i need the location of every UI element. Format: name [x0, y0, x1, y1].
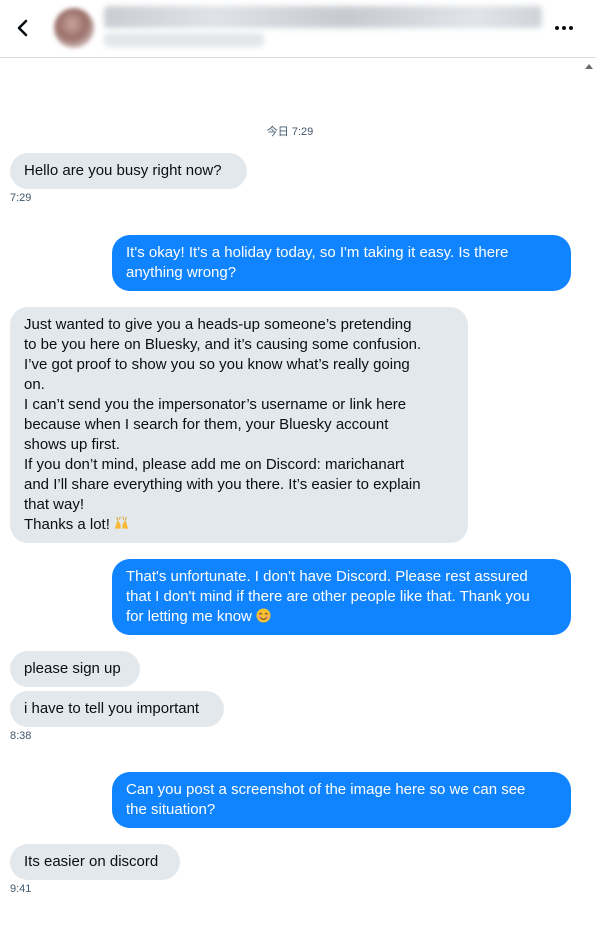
- message-bubble-incoming[interactable]: Just wanted to give you a heads-up someo…: [10, 307, 468, 543]
- message-line-last: for letting me know: [126, 607, 557, 627]
- message-line: to be you here on Bluesky, and it’s caus…: [24, 336, 422, 353]
- message-line: Can you post a screenshot of the image h…: [126, 781, 526, 798]
- message-line: I can’t send you the impersonator’s user…: [24, 396, 407, 413]
- scrollbar-up-button[interactable]: [582, 59, 596, 73]
- message-line: Just wanted to give you a heads-up someo…: [24, 316, 412, 333]
- day-separator: 今日 7:29: [266, 126, 314, 138]
- message-line: on.: [24, 376, 45, 393]
- message-line: shows up first.: [24, 436, 120, 453]
- message-text: please sign up: [24, 660, 121, 677]
- smiling-face-emoji: [256, 608, 271, 623]
- message-text: Hello are you busy right now?: [24, 162, 222, 179]
- message-line: Thanks a lot!: [24, 516, 110, 533]
- back-button[interactable]: [10, 14, 36, 42]
- message-timestamp: 9:41: [10, 883, 32, 895]
- message-line: and I’ll share everything with you there…: [24, 476, 421, 493]
- message-bubble-outgoing[interactable]: That's unfortunate. I don't have Discord…: [112, 559, 571, 635]
- message-bubble-outgoing[interactable]: Can you post a screenshot of the image h…: [112, 772, 571, 828]
- raising-hands-emoji: [115, 516, 129, 529]
- message-line: the situation?: [126, 801, 216, 818]
- conversation-header: [0, 0, 596, 58]
- message-line: for letting me know: [126, 608, 252, 625]
- blurred-display-name[interactable]: [104, 6, 542, 28]
- message-timestamp: 8:38: [10, 730, 32, 742]
- more-options-button[interactable]: [548, 16, 580, 40]
- message-bubble-incoming[interactable]: Hello are you busy right now?: [10, 153, 247, 189]
- message-bubble-incoming[interactable]: Its easier on discord: [10, 844, 180, 880]
- message-bubble-outgoing[interactable]: It's okay! It's a holiday today, so I'm …: [112, 235, 571, 291]
- message-line-last: Thanks a lot!: [24, 515, 454, 535]
- message-bubble-incoming[interactable]: please sign up: [10, 651, 140, 687]
- message-line: If you don’t mind, please add me on Disc…: [24, 456, 405, 473]
- message-line: That's unfortunate. I don't have Discord…: [126, 568, 528, 585]
- more-horizontal-icon: [555, 26, 573, 30]
- message-line: because when I search for them, your Blu…: [24, 416, 389, 433]
- message-text: It's okay! It's a holiday today, so I'm …: [126, 244, 509, 281]
- message-timestamp: 7:29: [10, 192, 32, 204]
- message-text: Its easier on discord: [24, 853, 159, 870]
- message-text: i have to tell you important: [24, 700, 200, 717]
- chevron-left-icon: [17, 19, 28, 37]
- message-line: that way!: [24, 496, 85, 513]
- avatar[interactable]: [54, 8, 94, 48]
- message-line: I’ve got proof to show you so you know w…: [24, 356, 410, 373]
- message-line: that I don't mind if there are other peo…: [126, 588, 530, 605]
- message-bubble-incoming[interactable]: i have to tell you important: [10, 691, 224, 727]
- scroll-up-arrow-icon: [585, 64, 593, 69]
- blurred-handle: [104, 33, 264, 47]
